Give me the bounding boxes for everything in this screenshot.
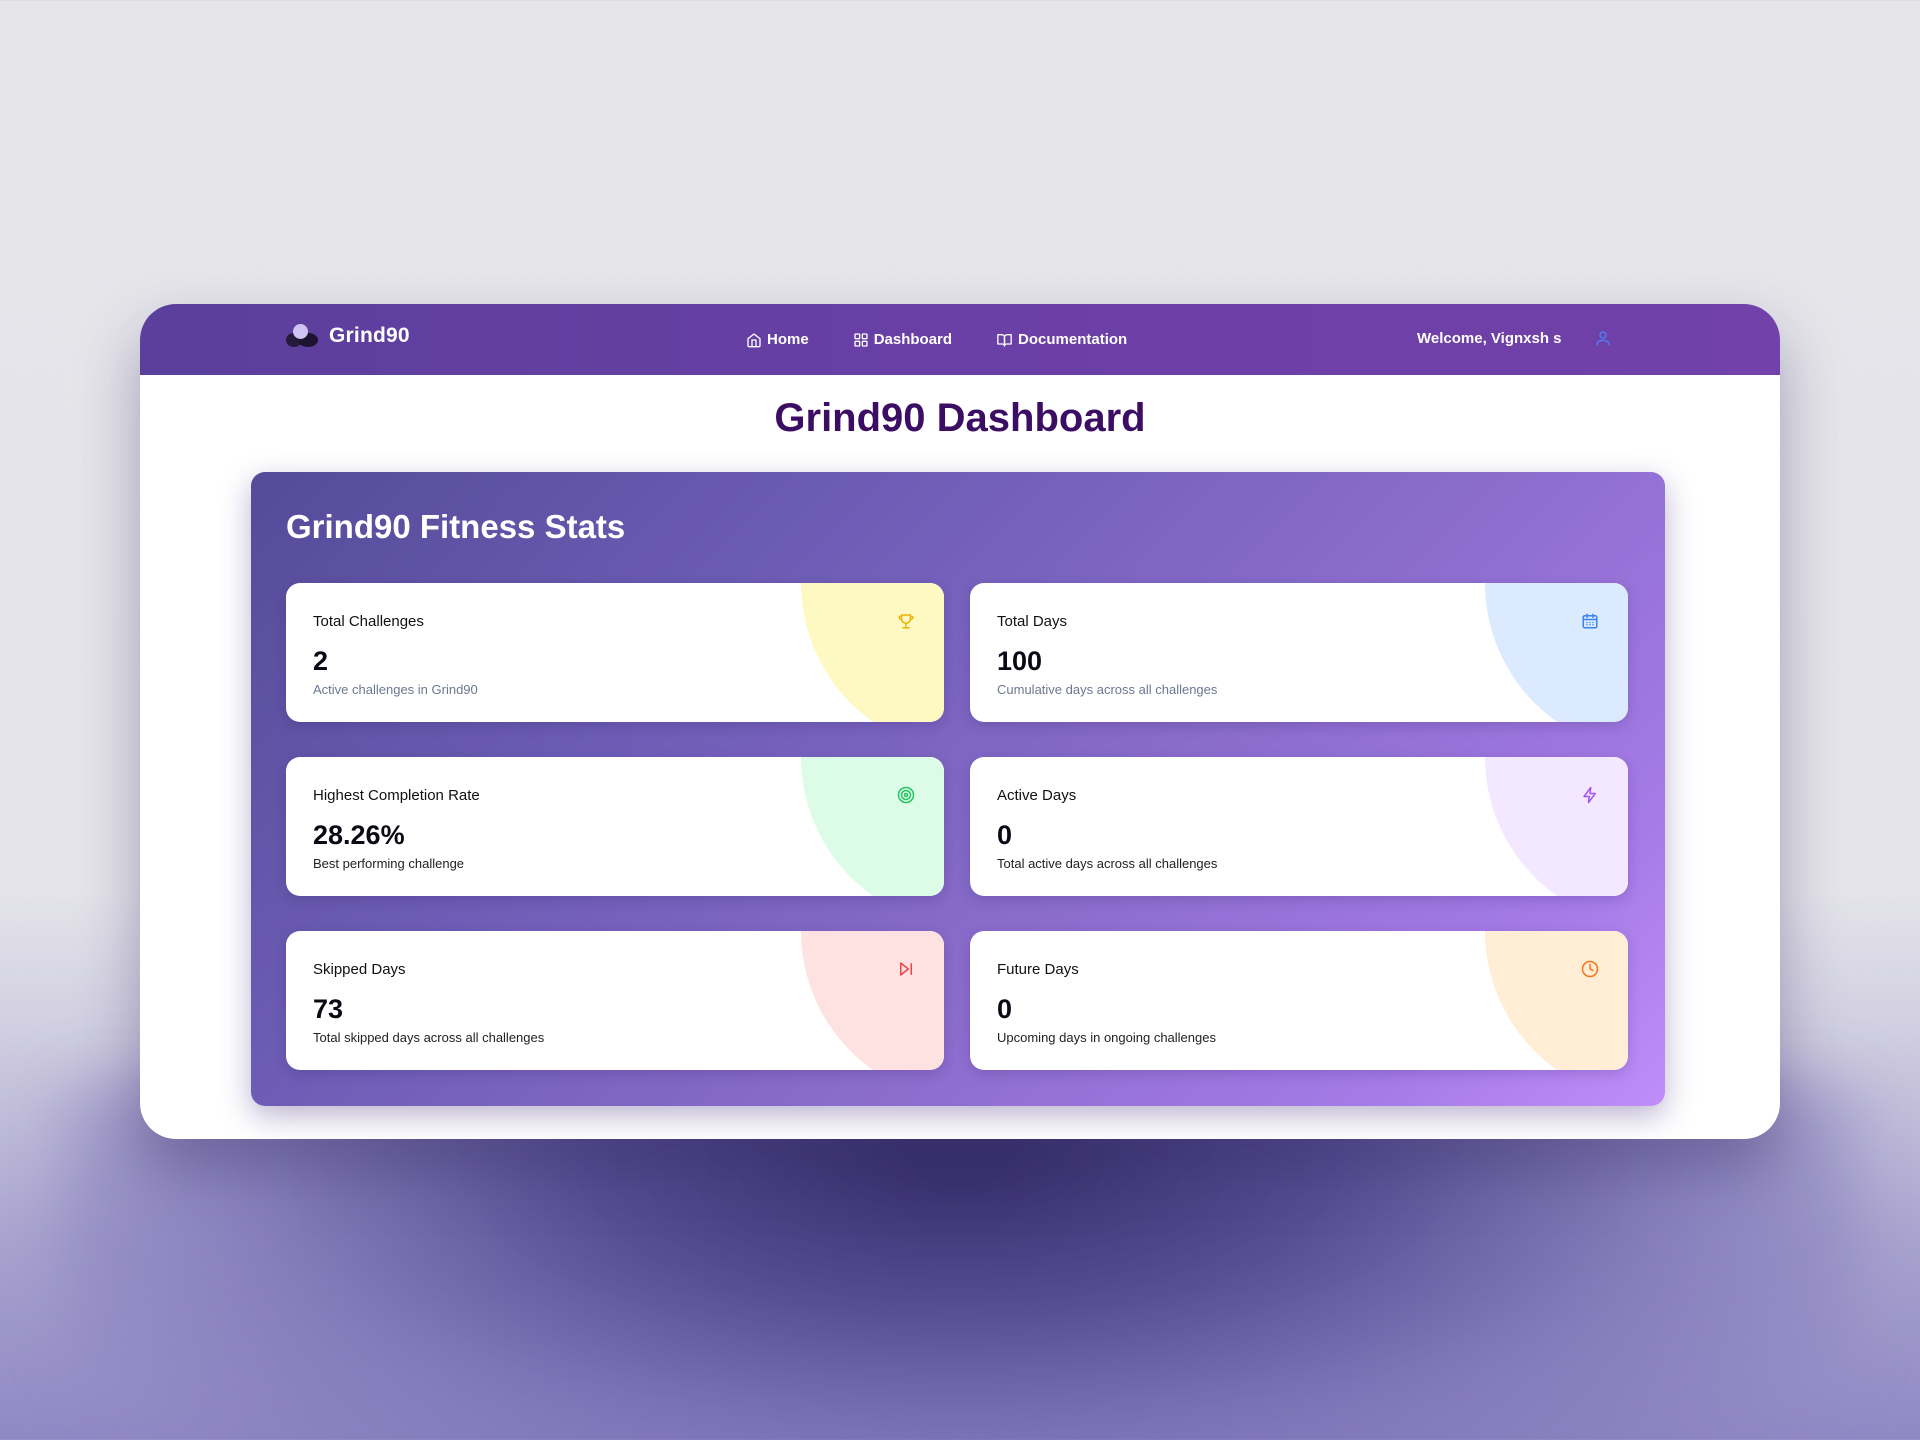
card-accent-shape [1485,583,1628,722]
stat-card-total-challenges: Total Challenges 2 Active challenges in … [286,583,944,722]
navbar: Grind90 Home Dashboard Documentation Wel… [140,304,1780,375]
card-value: 0 [997,820,1013,850]
stat-card-active-days: Active Days 0 Total active days across a… [970,757,1628,896]
target-icon [897,786,915,809]
stat-card-skipped-days: Skipped Days 73 Total skipped days acros… [286,931,944,1070]
nav-home-label: Home [767,331,809,348]
card-value: 0 [997,994,1013,1024]
book-icon [997,333,1012,347]
welcome-text: Welcome, Vignxsh s [1417,330,1562,347]
grid-icon [854,332,868,347]
brand-name: Grind90 [329,324,410,347]
card-accent-shape [1485,757,1628,896]
card-description: Best performing challenge [313,856,465,871]
card-accent-shape [801,583,944,722]
card-value: 100 [997,646,1043,676]
card-accent-shape [1485,931,1628,1070]
card-label: Active Days [997,787,1077,804]
page-title: Grind90 Dashboard [774,396,1146,440]
card-label: Skipped Days [313,961,406,978]
card-label: Highest Completion Rate [313,787,480,804]
app-window: Grind90 Home Dashboard Documentation Wel… [140,304,1780,1139]
card-label: Total Days [997,613,1068,630]
zap-icon [1581,786,1599,809]
card-value: 2 [313,646,329,676]
brand[interactable]: Grind90 [286,323,410,349]
nav-home-link[interactable]: Home [746,331,809,348]
card-label: Future Days [997,961,1079,978]
nav-dashboard-link[interactable]: Dashboard [853,331,952,348]
skip-forward-icon [897,960,915,983]
nav-documentation-link[interactable]: Documentation [996,331,1127,348]
nav-links: Home Dashboard Documentation [746,304,1171,375]
panel-title: Grind90 Fitness Stats [286,508,626,545]
calendar-icon [1581,612,1599,635]
card-accent-shape [801,757,944,896]
stats-panel: Grind90 Fitness Stats Total Challenges 2… [251,472,1665,1106]
stat-card-highest-completion-rate: Highest Completion Rate 28.26% Best perf… [286,757,944,896]
card-description: Upcoming days in ongoing challenges [997,1030,1216,1045]
stat-card-future-days: Future Days 0 Upcoming days in ongoing c… [970,931,1628,1070]
trophy-icon [897,612,915,635]
card-description: Total active days across all challenges [997,856,1218,871]
logo-icon [286,323,320,349]
card-description: Total skipped days across all challenges [313,1030,545,1045]
card-value: 28.26% [313,820,405,850]
nav-documentation-label: Documentation [1018,331,1128,348]
user-icon[interactable] [1594,329,1612,352]
card-value: 73 [313,994,344,1024]
stat-card-total-days: Total Days 100 Cumulative days across al… [970,583,1628,722]
home-icon [747,332,761,347]
clock-icon [1581,960,1599,983]
nav-dashboard-label: Dashboard [873,331,953,348]
card-description: Active challenges in Grind90 [313,682,478,697]
card-accent-shape [801,931,944,1070]
card-label: Total Challenges [313,613,424,630]
card-description: Cumulative days across all challenges [997,682,1218,697]
